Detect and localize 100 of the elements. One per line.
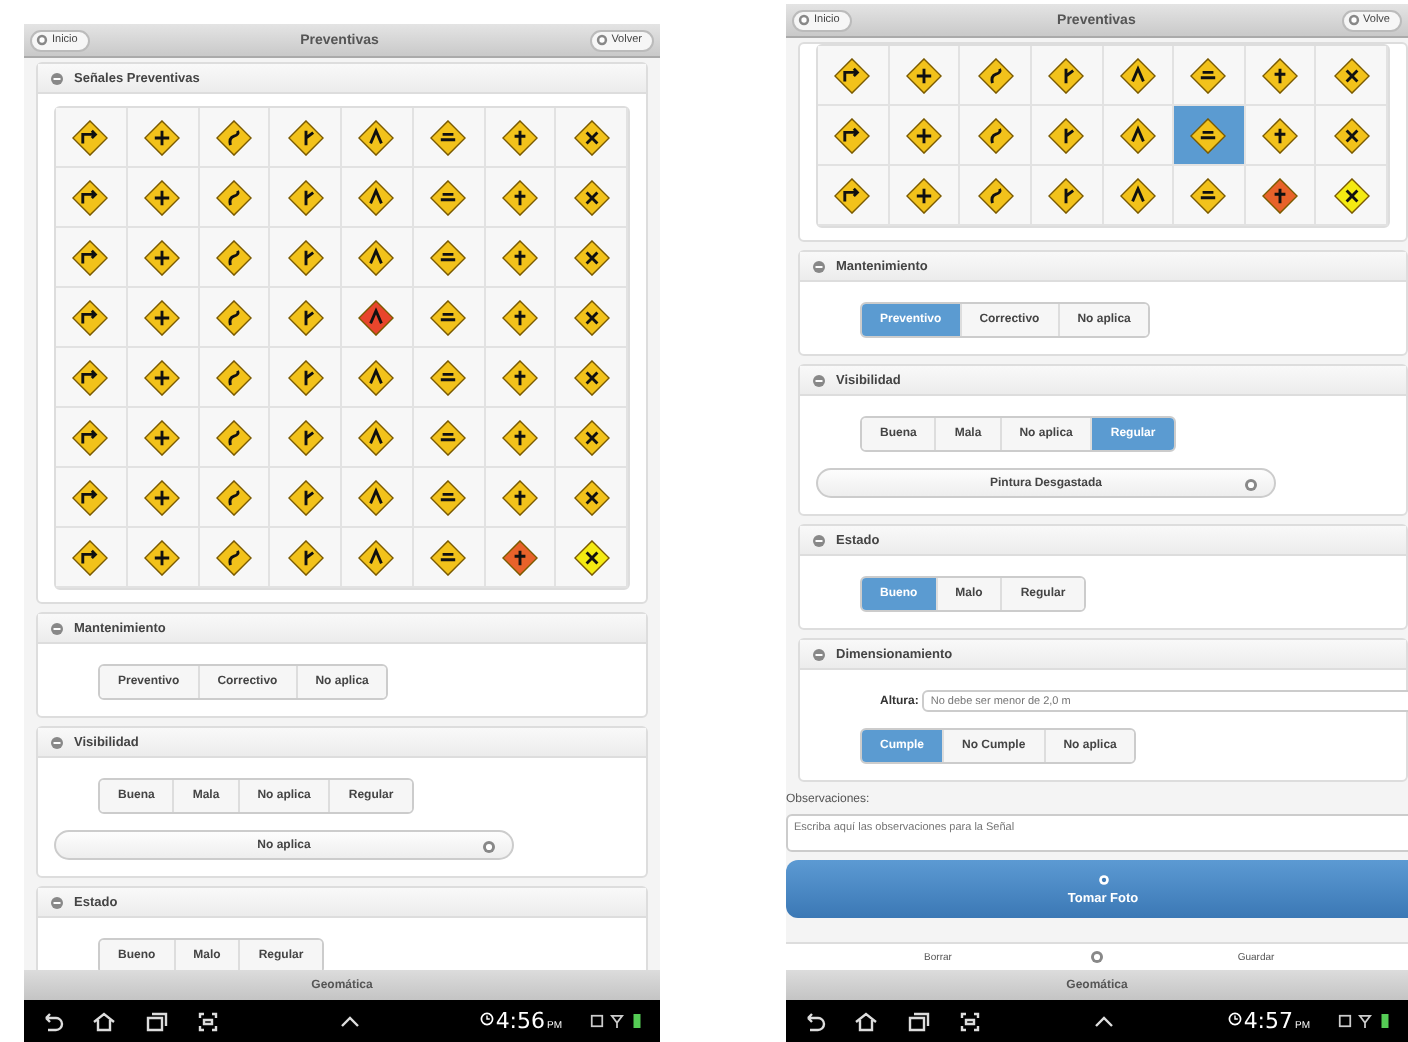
sign-option[interactable] [127,528,199,588]
sign-option[interactable] [199,468,271,528]
sign-option[interactable] [199,528,271,588]
sign-option[interactable] [485,348,557,408]
sign-option[interactable] [1245,106,1317,166]
sign-option[interactable] [556,228,628,288]
sign-option[interactable] [1031,166,1103,226]
back-icon[interactable] [40,1011,64,1031]
sign-option[interactable] [818,106,890,166]
sign-option[interactable] [1245,46,1317,106]
sign-option[interactable] [889,106,961,166]
sign-option[interactable] [342,168,414,228]
sign-option[interactable] [413,468,485,528]
sign-option[interactable] [889,46,961,106]
sign-option[interactable] [56,348,128,408]
sign-option[interactable] [485,168,557,228]
sign-option[interactable] [56,408,128,468]
sign-option[interactable] [342,228,414,288]
sign-option[interactable] [1031,46,1103,106]
sign-option[interactable] [199,348,271,408]
sign-option[interactable] [1031,106,1103,166]
screenshot-icon[interactable] [958,1011,982,1031]
sign-option[interactable] [1174,46,1246,106]
sign-option[interactable] [199,108,271,168]
sign-option[interactable] [342,108,414,168]
sign-option[interactable] [199,408,271,468]
sign-option[interactable] [960,106,1032,166]
sign-option[interactable] [556,288,628,348]
sign-option[interactable] [889,166,961,226]
clock-icon [1227,1010,1242,1028]
sign-option[interactable] [127,228,199,288]
sign-option[interactable] [818,166,890,226]
sign-option[interactable] [342,288,414,348]
sign-option[interactable] [270,168,342,228]
sign-option[interactable] [270,348,342,408]
sign-option[interactable] [556,408,628,468]
sign-option[interactable] [56,288,128,348]
sign-option[interactable] [413,408,485,468]
sign-option[interactable] [1245,166,1317,226]
sign-option[interactable] [1174,106,1246,166]
sign-option[interactable] [818,46,890,106]
sign-option[interactable] [127,348,199,408]
sign-option[interactable] [1103,166,1175,226]
sign-option[interactable] [56,108,128,168]
sign-option[interactable] [413,348,485,408]
sign-option[interactable] [199,168,271,228]
recent-apps-icon[interactable] [906,1011,930,1031]
recent-apps-icon[interactable] [144,1011,168,1031]
sign-option[interactable] [413,528,485,588]
sign-option[interactable] [56,168,128,228]
sign-option[interactable] [342,408,414,468]
sign-option[interactable] [960,166,1032,226]
sign-option[interactable] [960,46,1032,106]
screenshot-icon[interactable] [196,1011,220,1031]
sign-option[interactable] [270,408,342,468]
sign-option[interactable] [1103,106,1175,166]
home-icon[interactable] [92,1011,116,1031]
sign-option[interactable] [485,108,557,168]
sign-option[interactable] [1103,46,1175,106]
sign-option[interactable] [270,288,342,348]
sign-option[interactable] [556,108,628,168]
sign-option[interactable] [127,408,199,468]
sign-option[interactable] [413,108,485,168]
sign-option[interactable] [342,468,414,528]
sign-option[interactable] [127,288,199,348]
sign-option[interactable] [485,228,557,288]
sign-option[interactable] [556,528,628,588]
sign-option[interactable] [270,108,342,168]
sign-option[interactable] [1316,106,1388,166]
sign-option[interactable] [56,528,128,588]
sign-option[interactable] [413,228,485,288]
sign-option[interactable] [556,168,628,228]
caret-up-icon[interactable] [337,1011,362,1031]
sign-option[interactable] [342,348,414,408]
sign-option[interactable] [199,228,271,288]
sign-option[interactable] [413,288,485,348]
sign-option[interactable] [342,528,414,588]
sign-option[interactable] [127,168,199,228]
sign-option[interactable] [56,468,128,528]
sign-option[interactable] [485,468,557,528]
sign-option[interactable] [485,288,557,348]
back-icon[interactable] [802,1011,826,1031]
sign-option[interactable] [413,168,485,228]
sign-option[interactable] [556,468,628,528]
sign-option[interactable] [270,528,342,588]
sign-option[interactable] [127,468,199,528]
circle-icon [1090,950,1104,964]
sign-option[interactable] [1316,166,1388,226]
sign-option[interactable] [199,288,271,348]
sign-option[interactable] [1316,46,1388,106]
sign-option[interactable] [556,348,628,408]
home-icon[interactable] [854,1011,878,1031]
sign-option[interactable] [485,408,557,468]
sign-option[interactable] [270,468,342,528]
sign-option[interactable] [127,108,199,168]
sign-option[interactable] [270,228,342,288]
sign-option[interactable] [485,528,557,588]
caret-up-icon[interactable] [1092,1011,1117,1031]
sign-option[interactable] [56,228,128,288]
sign-option[interactable] [1174,166,1246,226]
